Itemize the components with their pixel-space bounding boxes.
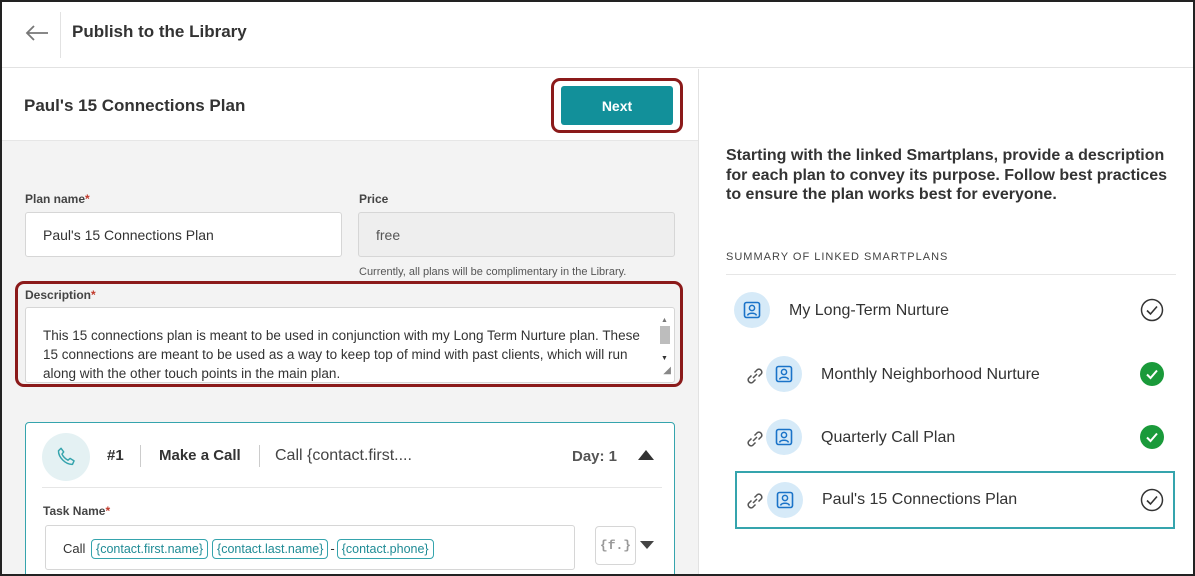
description-text: This 15 connections plan is meant to be … xyxy=(43,328,640,381)
chevron-down-icon[interactable] xyxy=(640,541,654,549)
linked-plan-item[interactable]: Quarterly Call Plan xyxy=(734,409,1174,467)
person-icon xyxy=(766,419,802,455)
linked-plan-name: Monthly Neighborhood Nurture xyxy=(821,366,1040,383)
divider xyxy=(726,274,1176,275)
price-note: Currently, all plans will be complimenta… xyxy=(359,266,627,278)
check-icon xyxy=(1140,362,1164,386)
check-icon xyxy=(1140,488,1164,512)
sidebar-intro: Starting with the linked Smartplans, pro… xyxy=(726,147,1167,203)
price-input: free xyxy=(358,212,675,257)
task-name-label: Task Name* xyxy=(43,504,111,518)
person-icon xyxy=(766,356,802,392)
plan-editor-panel: Paul's 15 Connections Plan Next Plan nam… xyxy=(2,69,699,574)
link-icon xyxy=(744,365,766,392)
check-icon xyxy=(1140,298,1164,322)
task-day: Day: 1 xyxy=(572,448,618,465)
linked-plan-item-selected[interactable]: Paul's 15 Connections Plan xyxy=(735,471,1175,529)
task-type: Make a Call xyxy=(159,447,241,464)
plan-title: Paul's 15 Connections Plan xyxy=(24,96,246,115)
separator-text: - xyxy=(330,541,335,556)
task-preview: Call {contact.first.... xyxy=(275,447,412,464)
summary-heading: SUMMARY OF LINKED SMARTPLANS xyxy=(726,251,949,263)
price-label: Price xyxy=(359,192,389,206)
task-name-input[interactable]: Call {contact.first.name} {contact.last.n… xyxy=(45,525,575,570)
divider xyxy=(259,445,260,467)
page-title: Publish to the Library xyxy=(72,22,247,41)
phone-icon xyxy=(42,433,90,481)
chevron-up-icon[interactable] xyxy=(638,450,654,460)
task-number: #1 xyxy=(107,447,124,464)
top-bar: Publish to the Library xyxy=(2,2,1193,68)
insert-field-button[interactable]: {f.} xyxy=(595,526,636,565)
description-label: Description* xyxy=(25,288,96,302)
scroll-thumb[interactable] xyxy=(660,326,670,344)
linked-plan-name: Paul's 15 Connections Plan xyxy=(822,491,1018,508)
resize-grip-icon[interactable]: ◢ xyxy=(663,361,671,380)
merge-field-chip[interactable]: {contact.last.name} xyxy=(212,539,329,559)
description-textarea[interactable]: This 15 connections plan is meant to be … xyxy=(25,307,675,383)
next-button[interactable]: Next xyxy=(561,86,673,125)
back-arrow-icon[interactable] xyxy=(22,18,52,48)
linked-plan-item[interactable]: Monthly Neighborhood Nurture xyxy=(734,346,1174,404)
plan-header: Paul's 15 Connections Plan Next xyxy=(2,69,698,141)
person-icon xyxy=(767,482,803,518)
linked-plan-item[interactable]: My Long-Term Nurture xyxy=(734,282,1174,340)
check-icon xyxy=(1140,425,1164,449)
plan-name-label: Plan name* xyxy=(25,192,90,206)
link-icon xyxy=(744,490,766,517)
divider xyxy=(140,445,141,467)
task-card: #1 Make a Call Call {contact.first.... D… xyxy=(25,422,675,574)
plan-name-input[interactable]: Paul's 15 Connections Plan xyxy=(25,212,342,257)
divider xyxy=(60,12,61,58)
merge-field-chip[interactable]: {contact.phone} xyxy=(336,539,434,559)
task-name-prefix: Call xyxy=(63,541,86,556)
linked-plan-name: My Long-Term Nurture xyxy=(789,302,950,319)
link-icon xyxy=(744,428,766,455)
linked-plan-name: Quarterly Call Plan xyxy=(821,429,956,446)
sidebar-panel: Starting with the linked Smartplans, pro… xyxy=(700,69,1193,574)
divider xyxy=(42,487,662,488)
merge-field-chip[interactable]: {contact.first.name} xyxy=(91,539,209,559)
person-icon xyxy=(734,292,770,328)
